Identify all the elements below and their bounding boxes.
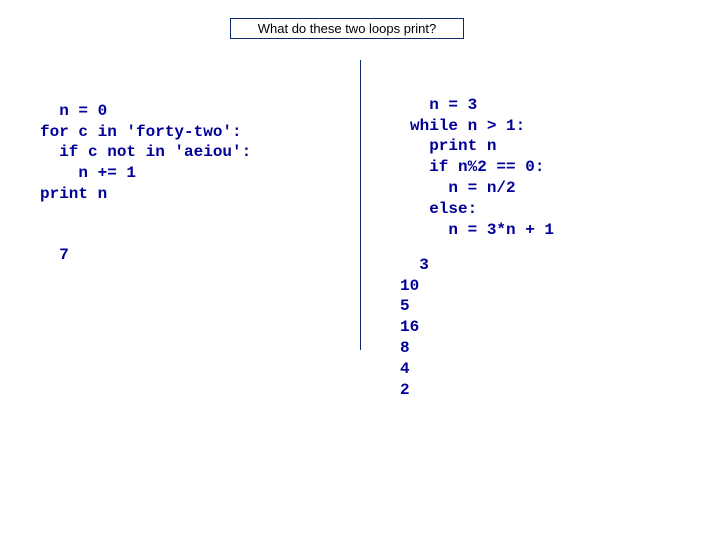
slide-title: What do these two loops print? [230,18,464,39]
right-code-block: n = 3 while n > 1: print n if n%2 == 0: … [410,74,554,240]
slide-title-text: What do these two loops print? [258,21,437,36]
left-code-block: n = 0 for c in 'forty-two': if c not in … [40,80,251,205]
left-output-text: 7 [59,246,69,264]
left-code-text: n = 0 for c in 'forty-two': if c not in … [40,102,251,203]
right-output-block: 3 10 5 16 8 4 2 [400,234,429,400]
vertical-divider [360,60,361,350]
right-output-text: 3 10 5 16 8 4 2 [400,256,429,399]
left-output-block: 7 [40,224,69,266]
right-code-text: n = 3 while n > 1: print n if n%2 == 0: … [410,96,554,239]
